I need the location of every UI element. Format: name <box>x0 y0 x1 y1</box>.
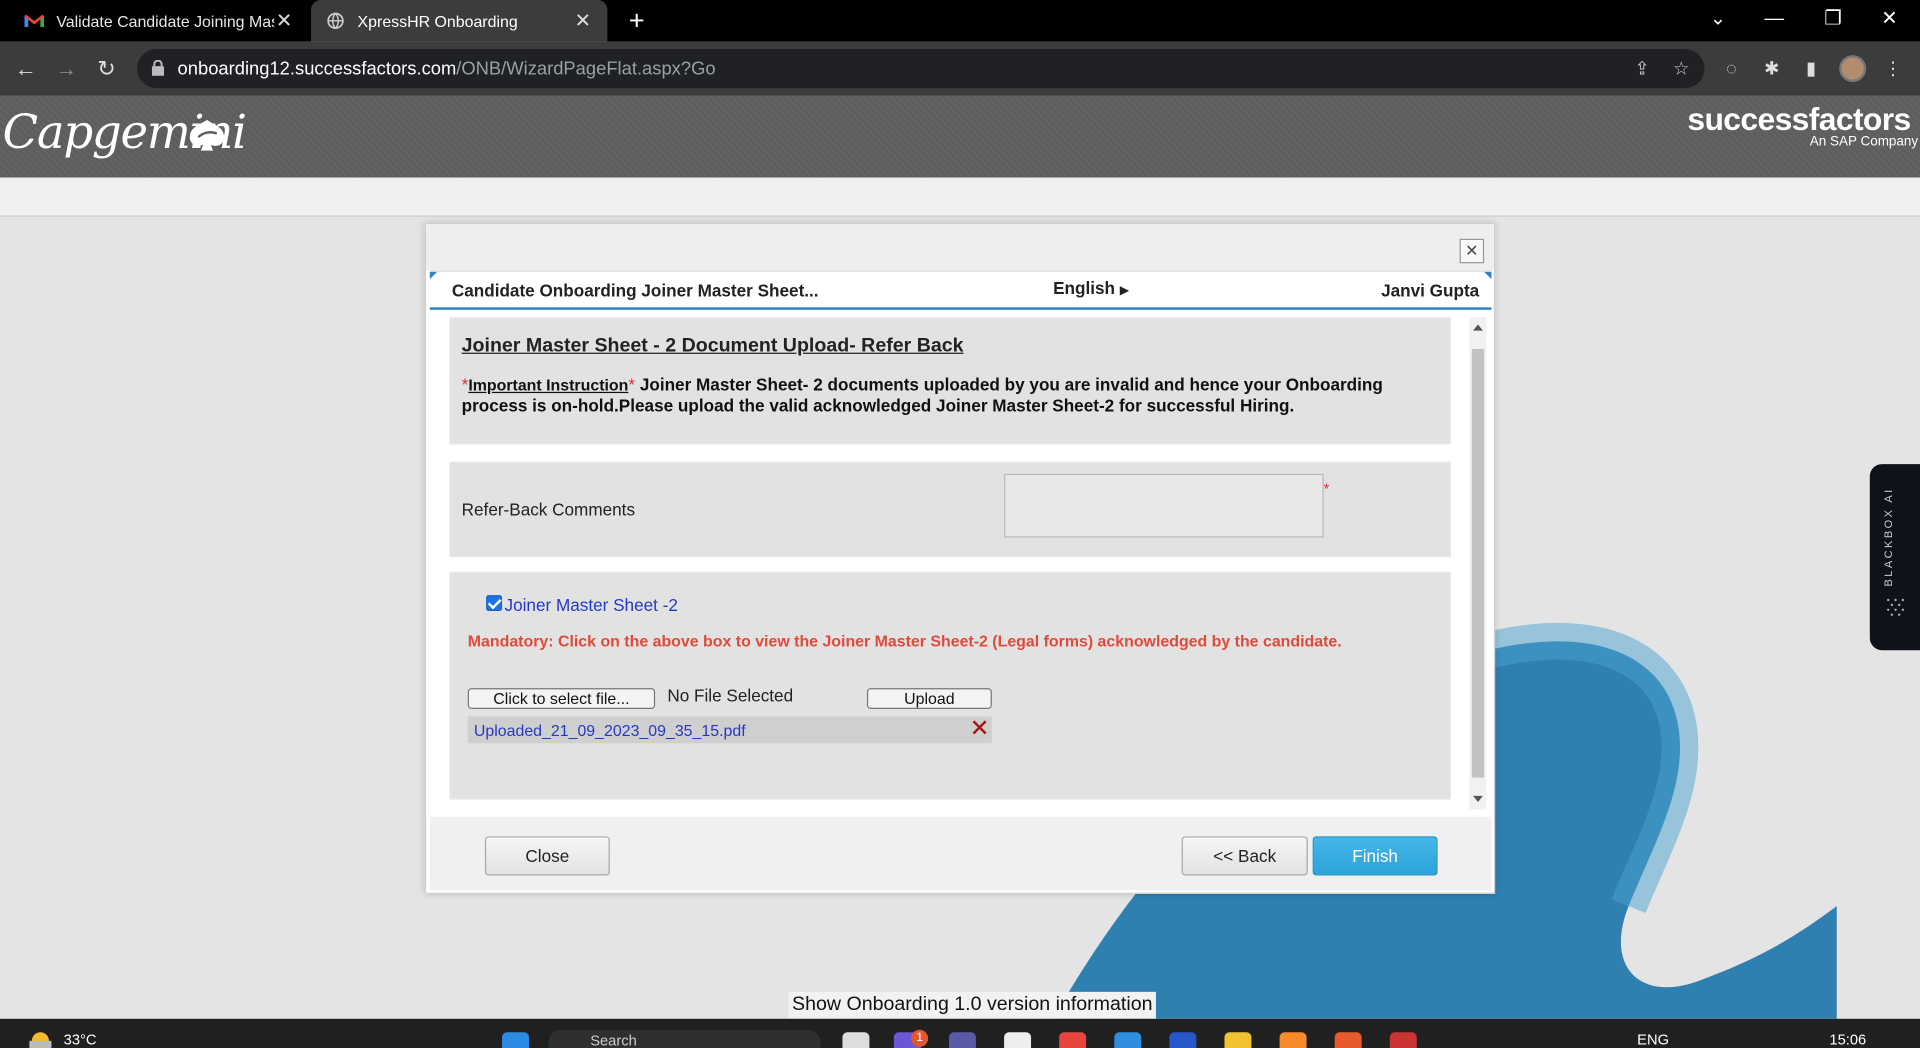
firefox-icon[interactable] <box>1279 1032 1307 1048</box>
select-file-button[interactable]: Click to select file... <box>467 688 656 709</box>
scrollbar-thumb[interactable] <box>1471 348 1485 778</box>
blackbox-ai-label: BLACKBOX AI <box>1882 487 1895 587</box>
blackbox-dots-icon <box>1886 598 1905 616</box>
refer-back-comments-textarea[interactable] <box>1004 473 1324 538</box>
notepad-icon[interactable] <box>1004 1032 1032 1048</box>
share-icon[interactable]: ⇪ <box>1631 59 1653 81</box>
url-text: onboarding12.successfactors.com/ONB/Wiza… <box>177 58 716 80</box>
side-panel-icon[interactable]: ▮ <box>1799 58 1823 82</box>
gmail-icon <box>24 11 45 31</box>
finish-button[interactable]: Finish <box>1312 836 1438 876</box>
tab-title: Validate Candidate Joining Maste <box>56 11 275 31</box>
bookmark-star-icon[interactable]: ☆ <box>1670 59 1692 81</box>
scroll-up-arrow-icon[interactable] <box>1473 324 1483 331</box>
uploaded-file-link[interactable]: Uploaded_21_09_2023_09_35_15.pdf <box>474 721 746 739</box>
file-explorer-icon[interactable] <box>1224 1032 1252 1048</box>
site-header <box>0 95 1920 178</box>
vscode-icon[interactable] <box>1114 1032 1142 1048</box>
wizard-title: Candidate Onboarding Joiner Master Sheet… <box>451 280 819 301</box>
user-name: Janvi Gupta <box>1381 280 1480 301</box>
windows-start-icon[interactable] <box>502 1032 529 1048</box>
important-instruction: *Important Instruction* Joiner Master Sh… <box>461 374 1383 416</box>
uploaded-file-row: Uploaded_21_09_2023_09_35_15.pdf <box>467 716 992 744</box>
restore-icon[interactable]: ❐ <box>1805 0 1861 42</box>
sap-company-text: An SAP Company <box>1809 134 1919 150</box>
close-window-icon[interactable]: ✕ <box>1861 0 1917 42</box>
version-info-link[interactable]: Show Onboarding 1.0 version information <box>788 991 1156 1019</box>
minimize-icon[interactable]: — <box>1746 0 1802 42</box>
document-upload-panel: Joiner Master Sheet -2 Mandatory: Click … <box>449 571 1452 800</box>
required-asterisk: * <box>1323 480 1330 498</box>
mandatory-note: Mandatory: Click on the above box to vie… <box>467 631 1342 651</box>
menu-kebab-icon[interactable]: ⋮ <box>1881 58 1905 82</box>
back-button[interactable]: << Back <box>1181 836 1308 876</box>
extension-sync-icon[interactable]: ◌ <box>1719 58 1743 82</box>
clock[interactable]: 15:06 <box>1829 1031 1866 1048</box>
browser-tab-xpresshr[interactable]: XpressHR Onboarding ✕ <box>311 0 608 42</box>
close-tab-icon[interactable]: ✕ <box>274 9 294 33</box>
upload-button[interactable]: Upload <box>866 688 992 709</box>
tab-title: XpressHR Onboarding <box>357 11 518 31</box>
corner-accent-right <box>1484 271 1492 280</box>
profile-avatar[interactable] <box>1839 55 1867 83</box>
input-language[interactable]: ENG <box>1637 1031 1669 1048</box>
instruction-panel: Joiner Master Sheet - 2 Document Upload-… <box>449 317 1452 445</box>
address-bar[interactable]: onboarding12.successfactors.com/ONB/Wiza… <box>137 48 1705 89</box>
header-subbar <box>0 177 1920 217</box>
wizard-header: Candidate Onboarding Joiner Master Sheet… <box>429 270 1492 310</box>
browser-tab-strip: Validate Candidate Joining Maste ✕ Xpres… <box>0 0 1920 42</box>
windows-taskbar: 33°C Search 1 ENG 15:06 <box>0 1018 1920 1048</box>
browser-tab-gmail[interactable]: Validate Candidate Joining Maste ✕ <box>10 0 309 42</box>
close-button[interactable]: Close <box>484 836 610 876</box>
reload-icon[interactable]: ↻ <box>91 53 123 85</box>
wizard-content: Joiner Master Sheet - 2 Document Upload-… <box>429 317 1492 810</box>
no-file-selected-text: No File Selected <box>667 685 794 706</box>
lock-icon <box>151 60 165 76</box>
blackbox-ai-widget[interactable]: BLACKBOX AI <box>1869 464 1920 651</box>
postman-icon[interactable] <box>1334 1032 1362 1048</box>
joiner-master-sheet-label[interactable]: Joiner Master Sheet -2 <box>504 595 677 615</box>
joiner-master-sheet-checkbox[interactable] <box>486 595 503 612</box>
successfactors-logo: successfactors <box>1687 100 1911 138</box>
zoom-icon[interactable] <box>1169 1032 1197 1048</box>
chrome-profile-icon[interactable] <box>1389 1032 1417 1048</box>
back-arrow-icon[interactable]: ← <box>10 53 42 85</box>
notification-badge: 1 <box>911 1029 929 1047</box>
delete-file-icon[interactable] <box>970 718 990 738</box>
content-scrollbar[interactable] <box>1469 317 1487 810</box>
temperature: 33°C <box>63 1031 97 1048</box>
capgemini-spade-icon <box>189 120 225 151</box>
close-tab-icon[interactable]: ✕ <box>573 9 593 33</box>
dialog-footer: Close << Back Finish <box>429 816 1492 891</box>
language-selector[interactable]: English ▶ <box>1053 278 1129 298</box>
refer-back-label: Refer-Back Comments <box>461 499 636 520</box>
task-view-icon[interactable] <box>842 1032 870 1048</box>
refer-back-panel: Refer-Back Comments * <box>449 461 1452 558</box>
tab-search-icon[interactable]: ⌄ <box>1690 0 1746 42</box>
section-title: Joiner Master Sheet - 2 Document Upload-… <box>461 335 964 357</box>
dialog-close-icon[interactable]: ✕ <box>1459 238 1485 264</box>
weather-sun-icon <box>29 1032 52 1048</box>
app-icon[interactable] <box>948 1032 976 1048</box>
forward-arrow-icon[interactable]: → <box>50 53 82 85</box>
globe-icon <box>326 11 346 31</box>
taskbar-search[interactable]: Search <box>548 1029 821 1048</box>
extensions-puzzle-icon[interactable]: ✱ <box>1760 58 1784 82</box>
onboarding-dialog: ✕ Candidate Onboarding Joiner Master She… <box>424 222 1496 894</box>
corner-accent-left <box>429 271 438 280</box>
caret-right-icon: ▶ <box>1119 284 1130 298</box>
browser-toolbar: ← → ↻ onboarding12.successfactors.com/ON… <box>0 41 1920 96</box>
new-tab-button[interactable]: + <box>622 5 651 37</box>
scroll-down-arrow-icon[interactable] <box>1473 795 1483 803</box>
chrome-icon[interactable] <box>1059 1032 1087 1048</box>
dialog-titlebar: ✕ <box>426 224 1494 271</box>
